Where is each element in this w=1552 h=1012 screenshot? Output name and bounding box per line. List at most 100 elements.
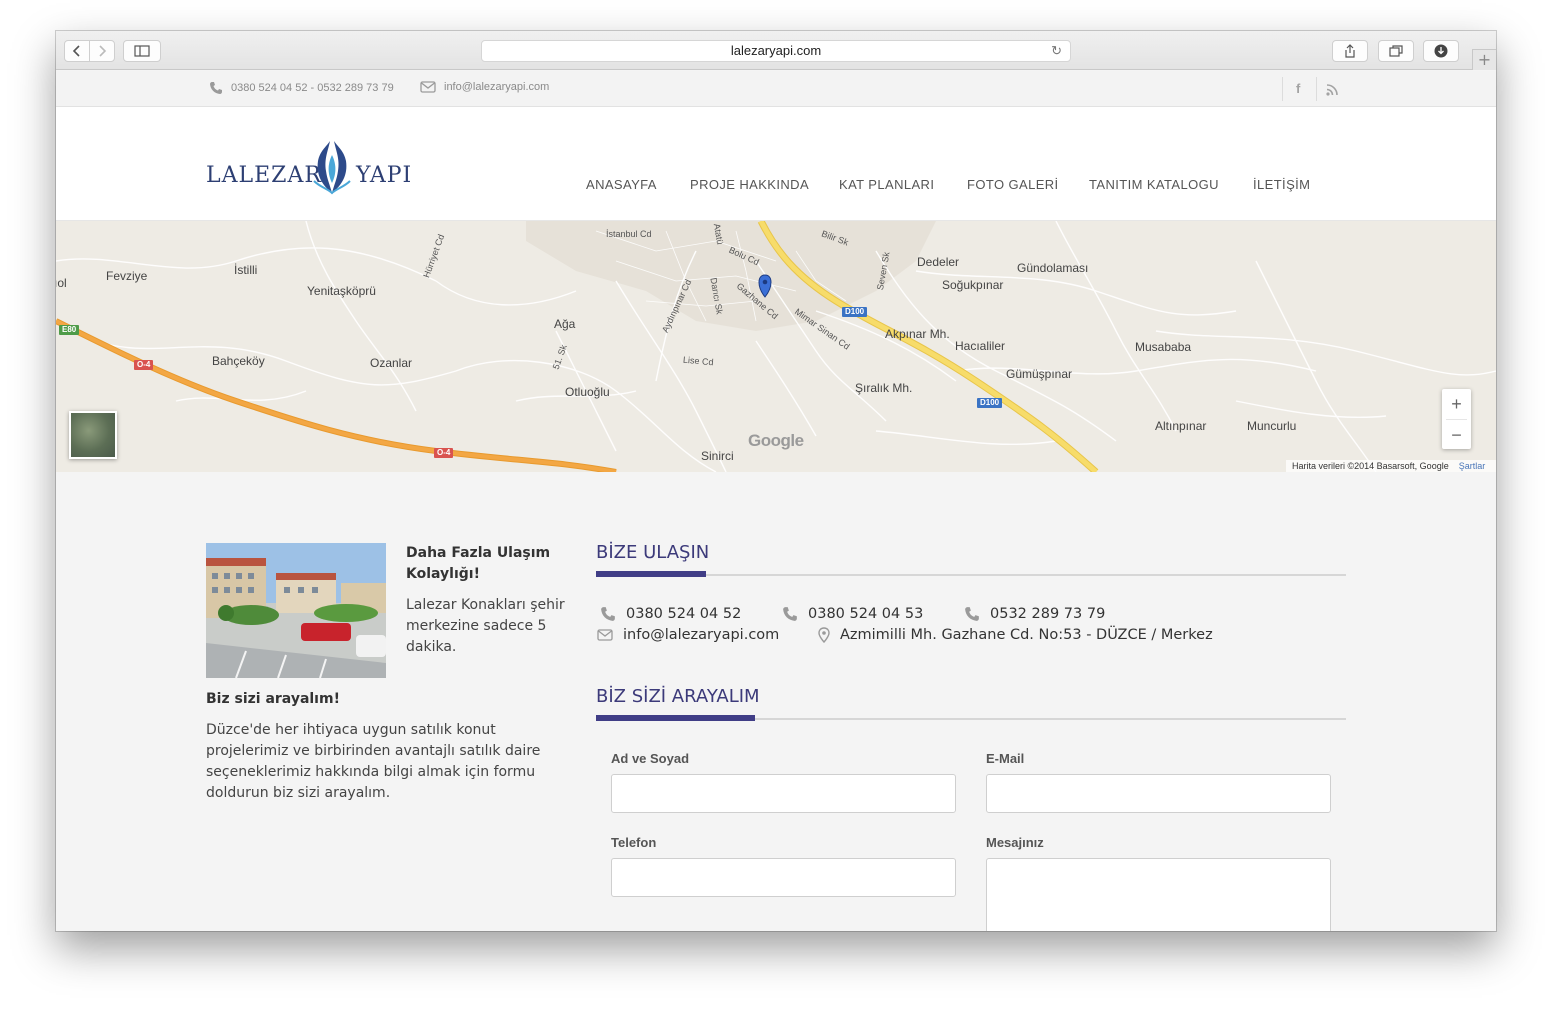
back-button[interactable] <box>64 40 90 62</box>
contact-email-text: info@lalezaryapi.com <box>623 627 780 643</box>
phone-label: Telefon <box>611 835 657 850</box>
callback-text-line1: Düzce'de her ihtiyaca uygun satılık konu… <box>206 722 496 738</box>
nav-contact[interactable]: İLETİŞİM <box>1253 177 1310 192</box>
message-textarea[interactable] <box>986 858 1331 931</box>
topbar-divider <box>1316 77 1317 101</box>
sidebar-button[interactable] <box>123 40 161 62</box>
contact-phone-3-text: 0532 289 73 79 <box>990 606 1106 622</box>
address-bar[interactable]: lalezaryapi.com ↻ <box>481 40 1071 62</box>
map-label-muncurlu: Muncurlu <box>1247 419 1297 433</box>
nav-photo-gallery[interactable]: FOTO GALERİ <box>967 177 1059 192</box>
map-street: İstanbul Cd <box>606 229 652 239</box>
topbar-email[interactable]: info@lalezaryapi.com <box>420 81 549 93</box>
topbar-phone-text: 0380 524 04 52 - 0532 289 73 79 <box>231 82 394 94</box>
callback-title: Biz sizi arayalım! <box>206 691 340 707</box>
promo-text-line3: dakika. <box>406 639 457 655</box>
map-label-musababa: Musababa <box>1135 340 1192 354</box>
map-label-yenitaskopru: Yenitaşköprü <box>307 284 376 298</box>
map-label-altinpinar: Altınpınar <box>1155 419 1207 433</box>
forward-button[interactable] <box>89 40 115 62</box>
map-label-akpinar: Akpınar Mh. <box>885 327 950 341</box>
map-zoom-control: + − <box>1442 389 1471 449</box>
callback-form-heading: BİZ SİZİ ARAYALIM <box>596 686 760 707</box>
contact-heading-rule <box>596 574 1346 576</box>
callback-text-line2: projelerimiz ve birbirinden avantajlı sa… <box>206 743 541 759</box>
nav-about-project[interactable]: PROJE HAKKINDA <box>690 177 809 192</box>
envelope-icon <box>597 629 613 641</box>
envelope-icon <box>420 81 436 93</box>
contact-section: Daha Fazla Ulaşım Kolaylığı! Lalezar Kon… <box>56 472 1496 931</box>
map-label-ozanlar: Ozanlar <box>370 356 413 370</box>
zoom-out-button[interactable]: − <box>1442 420 1471 450</box>
map-shield: O-4 <box>434 448 454 458</box>
sidebar-icon <box>134 45 150 57</box>
topbar-phone: 0380 524 04 52 - 0532 289 73 79 <box>209 81 394 95</box>
map-shield: E80 <box>59 325 80 335</box>
map-label-sogukpinar: Soğukpınar <box>942 278 1004 292</box>
promo-title-line2: Kolaylığı! <box>406 566 480 582</box>
map-label-sinirci: Sinirci <box>701 449 734 463</box>
reload-icon[interactable]: ↻ <box>1051 41 1062 61</box>
contact-phone-3[interactable]: 0532 289 73 79 <box>964 606 1105 622</box>
contact-phone-1[interactable]: 0380 524 04 52 <box>600 606 741 622</box>
email-input[interactable] <box>986 774 1331 813</box>
map-label-dedeler: Dedeler <box>917 255 960 269</box>
name-label: Ad ve Soyad <box>611 751 690 766</box>
map-label-istilli: İstilli <box>234 263 258 277</box>
facebook-icon[interactable]: f <box>1296 81 1300 96</box>
map-label-aga: Ağa <box>554 317 576 331</box>
phone-icon <box>965 607 979 621</box>
phone-icon <box>601 607 615 621</box>
map-shield: O-4 <box>134 360 154 370</box>
name-input[interactable] <box>611 774 956 813</box>
top-info-bar: 0380 524 04 52 - 0532 289 73 79 info@lal… <box>56 71 1496 107</box>
contact-heading: BİZE ULAŞIN <box>596 542 710 563</box>
map-pin-icon <box>818 627 830 643</box>
promo-text-line1: Lalezar Konakları şehir <box>406 597 565 613</box>
nav-home[interactable]: ANASAYFA <box>586 177 657 192</box>
contact-address-text: Azmimilli Mh. Gazhane Cd. No:53 - DÜZCE … <box>840 627 1213 643</box>
map-shield: D100 <box>977 398 1003 408</box>
share-button[interactable] <box>1332 40 1368 62</box>
tabs-icon <box>1389 45 1403 57</box>
google-watermark: Google <box>748 431 804 450</box>
map-label-edge: ıol <box>56 276 67 290</box>
rss-icon[interactable] <box>1326 84 1338 96</box>
map-label-hacialiler: Hacıaliler <box>955 339 1006 353</box>
phone-input[interactable] <box>611 858 956 897</box>
phone-icon <box>783 607 797 621</box>
contact-phone-2[interactable]: 0380 524 04 53 <box>782 606 923 622</box>
map-terms-link[interactable]: Şartlar <box>1459 461 1486 471</box>
callback-text-line4: doldurun biz sizi arayalım. <box>206 785 391 801</box>
satellite-view-toggle[interactable] <box>69 411 117 459</box>
nav-catalog[interactable]: TANITIM KATALOGU <box>1089 177 1219 192</box>
zoom-in-button[interactable]: + <box>1442 389 1471 419</box>
map-attribution: Harita verileri ©2014 Basarsoft, Google Ş… <box>1286 460 1496 472</box>
download-icon <box>1434 44 1448 58</box>
tabs-button[interactable] <box>1378 40 1414 62</box>
site-header: LALEZAR YAPI ANASAYFA PROJE HAKKINDA KAT… <box>56 107 1496 221</box>
contact-email[interactable]: info@lalezaryapi.com <box>597 627 779 643</box>
share-icon <box>1345 44 1355 58</box>
new-tab-button[interactable]: + <box>1472 49 1496 70</box>
map-label-siralik: Şıralık Mh. <box>855 381 913 395</box>
chevron-right-icon <box>99 45 107 57</box>
promo-title-line1: Daha Fazla Ulaşım <box>406 545 551 561</box>
download-button[interactable] <box>1423 40 1459 62</box>
map-label-fevziye: Fevziye <box>106 269 148 283</box>
url-text: lalezaryapi.com <box>730 43 822 58</box>
topbar-divider <box>1282 77 1283 101</box>
browser-window: lalezaryapi.com ↻ + 0380 524 04 52 - 053… <box>56 31 1496 931</box>
map-label-bahcekoy: Bahçeköy <box>212 354 265 368</box>
map-label-gumuspinar: Gümüşpınar <box>1006 367 1073 381</box>
logo-text-left: LALEZAR <box>206 163 322 188</box>
map-label-otluoglu: Otluoğlu <box>565 385 610 399</box>
callback-form-heading-accent <box>596 715 755 721</box>
contact-phone-2-text: 0380 524 04 53 <box>808 606 924 622</box>
message-label: Mesajınız <box>986 835 1044 850</box>
site-logo[interactable]: LALEZAR YAPI <box>206 135 416 197</box>
callback-text-line3: seçeneklerimiz hakkında bilgi almak için… <box>206 764 536 780</box>
location-map[interactable]: Fevziye İstilli Yenitaşköprü Ağa Bahçekö… <box>56 221 1496 472</box>
nav-floor-plans[interactable]: KAT PLANLARI <box>839 177 934 192</box>
tulip-logo-icon <box>313 141 351 195</box>
